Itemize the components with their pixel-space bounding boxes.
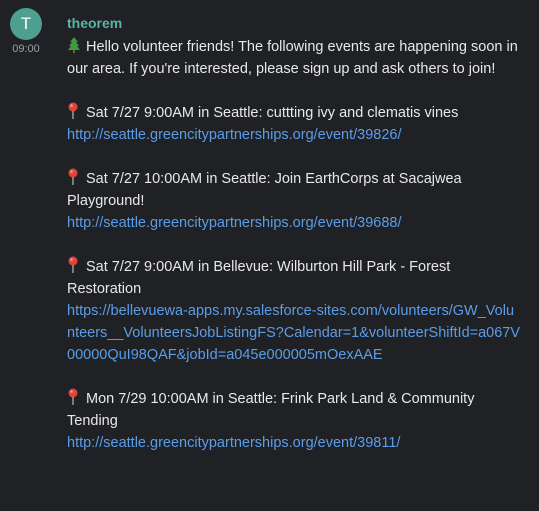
author-name[interactable]: theorem: [67, 14, 522, 32]
event-title: Sat 7/27 10:00AM in Seattle: Join EarthC…: [67, 168, 522, 212]
avatar-letter: T: [20, 14, 32, 33]
message-body: Hello volunteer friends! The following e…: [67, 36, 522, 454]
intro-paragraph: Hello volunteer friends! The following e…: [67, 36, 522, 80]
pin-icon: [68, 388, 78, 405]
message-content: theorem Hello volunteer friends! The fol…: [67, 14, 522, 454]
event-link[interactable]: http://seattle.greencitypartnerships.org…: [67, 432, 522, 454]
event-text: Sat 7/27 10:00AM in Seattle: Join EarthC…: [67, 171, 462, 209]
event-link[interactable]: http://seattle.greencitypartnerships.org…: [67, 124, 522, 146]
pin-icon: [68, 256, 78, 273]
tree-icon: [68, 37, 80, 53]
avatar[interactable]: T: [10, 8, 42, 40]
pin-icon: [68, 102, 78, 119]
event-item: Sat 7/27 9:00AM in Bellevue: Wilburton H…: [67, 256, 522, 366]
event-item: Sat 7/27 9:00AM in Seattle: cuttting ivy…: [67, 102, 522, 146]
intro-text: Hello volunteer friends! The following e…: [67, 39, 518, 77]
event-title: Sat 7/27 9:00AM in Seattle: cuttting ivy…: [67, 102, 522, 124]
event-text: Sat 7/27 9:00AM in Seattle: cuttting ivy…: [86, 105, 459, 121]
event-item: Sat 7/27 10:00AM in Seattle: Join EarthC…: [67, 168, 522, 234]
message-timestamp: 09:00: [12, 43, 40, 55]
event-item: Mon 7/29 10:00AM in Seattle: Frink Park …: [67, 388, 522, 454]
event-title: Mon 7/29 10:00AM in Seattle: Frink Park …: [67, 388, 522, 432]
event-text: Mon 7/29 10:00AM in Seattle: Frink Park …: [67, 391, 475, 429]
event-text: Sat 7/27 9:00AM in Bellevue: Wilburton H…: [67, 259, 451, 297]
event-link[interactable]: https://bellevuewa-apps.my.salesforce-si…: [67, 300, 522, 366]
pin-icon: [68, 168, 78, 185]
event-title: Sat 7/27 9:00AM in Bellevue: Wilburton H…: [67, 256, 522, 300]
event-link[interactable]: http://seattle.greencitypartnerships.org…: [67, 212, 522, 234]
chat-message: T 09:00 theorem Hello volunteer friends!…: [0, 0, 539, 511]
